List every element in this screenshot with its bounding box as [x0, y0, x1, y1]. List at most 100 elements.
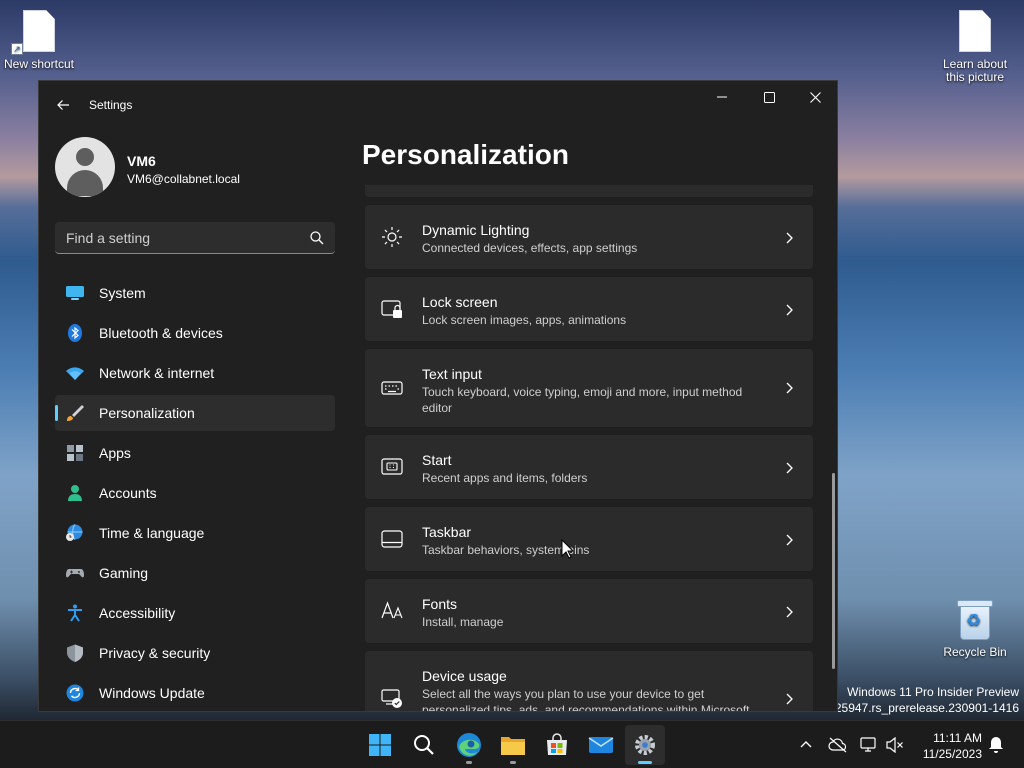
start-icon: [381, 458, 403, 475]
monitor-icon: [66, 286, 84, 300]
settings-button[interactable]: [625, 725, 665, 765]
volume-muted-icon: [886, 737, 903, 753]
sidebar-item-accounts[interactable]: Accounts: [55, 475, 335, 511]
file-icon: [959, 10, 991, 52]
sidebar-item-privacy[interactable]: Privacy & security: [55, 635, 335, 671]
globe-clock-icon: [66, 524, 83, 541]
card-description: Taskbar behaviors, system pins: [422, 543, 590, 557]
edge-icon: [457, 733, 481, 757]
store-icon: [547, 733, 567, 755]
desktop-icon-new-shortcut[interactable]: ↗ New shortcut: [1, 10, 77, 71]
close-icon: [809, 91, 821, 103]
chevron-up-icon: [800, 741, 812, 748]
watermark-line-2: ld 25947.rs_prerelease.230901-1416: [822, 701, 1019, 715]
store-button[interactable]: [537, 725, 577, 765]
brush-icon: [67, 405, 84, 421]
file-explorer-button[interactable]: [493, 725, 533, 765]
edge-button[interactable]: [449, 725, 489, 765]
search-icon: [310, 231, 324, 245]
card-description: Connected devices, effects, app settings: [422, 241, 638, 255]
bluetooth-icon: [68, 324, 82, 342]
keyboard-icon: [381, 381, 403, 395]
sidebar-nav: System Bluetooth & devices Network & int…: [55, 275, 335, 711]
setting-card-device-usage[interactable]: Device usage Select all the ways you pla…: [365, 651, 813, 712]
card-description: Install, manage: [422, 615, 504, 629]
card-description: Select all the ways you plan to use your…: [422, 687, 750, 712]
maximize-icon: [763, 91, 775, 103]
sidebar-item-label: Personalization: [99, 405, 195, 421]
accounts-icon: [68, 485, 82, 501]
chevron-right-icon: [786, 534, 793, 546]
fonts-icon: [381, 601, 403, 619]
card-title: Dynamic Lighting: [422, 222, 530, 238]
network-icon: [860, 737, 876, 752]
apps-icon: [67, 445, 83, 461]
cloud-icon: [828, 737, 847, 753]
setting-card-taskbar[interactable]: Taskbar Taskbar behaviors, system pins: [365, 507, 813, 571]
sidebar-item-accessibility[interactable]: Accessibility: [55, 595, 335, 631]
build-watermark: Windows 11 Pro Insider Preview ld 25947.…: [822, 685, 1019, 715]
close-button[interactable]: [792, 81, 837, 113]
setting-card-text-input[interactable]: Text input Touch keyboard, voice typing,…: [365, 349, 813, 427]
volume-tray-button[interactable]: [885, 735, 905, 755]
sidebar-item-personalization[interactable]: Personalization: [55, 395, 335, 431]
chevron-right-icon: [786, 606, 793, 618]
taskbar-icon: [381, 530, 403, 548]
search-icon: [414, 735, 434, 755]
desktop-icon-recycle-bin[interactable]: ♻ Recycle Bin: [937, 598, 1013, 659]
accessibility-icon: [68, 604, 82, 622]
sidebar-item-label: Accessibility: [99, 605, 176, 621]
setting-card-start[interactable]: Start Recent apps and items, folders: [365, 435, 813, 499]
setting-card-lock-screen[interactable]: Lock screen Lock screen images, apps, an…: [365, 277, 813, 341]
onedrive-button[interactable]: [828, 735, 848, 755]
title-bar[interactable]: Settings: [39, 81, 837, 129]
profile-email: VM6@collabnet.local: [127, 172, 240, 186]
desktop-icon-learn-about-picture[interactable]: Learn about this picture: [937, 10, 1013, 84]
chevron-right-icon: [786, 382, 793, 394]
device-usage-icon: [381, 689, 402, 708]
card-title: Text input: [422, 366, 482, 382]
sidebar-item-apps[interactable]: Apps: [55, 435, 335, 471]
profile-name: VM6: [127, 153, 156, 169]
start-button[interactable]: [360, 725, 400, 765]
back-button[interactable]: [51, 93, 75, 117]
sidebar-item-label: Privacy & security: [99, 645, 211, 661]
setting-card-dynamic-lighting[interactable]: Dynamic Lighting Connected devices, effe…: [365, 205, 813, 269]
sidebar-item-gaming[interactable]: Gaming: [55, 555, 335, 591]
sidebar-item-bluetooth[interactable]: Bluetooth & devices: [55, 315, 335, 351]
mail-button[interactable]: [581, 725, 621, 765]
card-title: Device usage: [422, 668, 507, 684]
page-title: Personalization: [362, 139, 569, 170]
settings-search-input[interactable]: Find a setting: [55, 222, 335, 254]
settings-window: Settings VM6 VM6@collabnet.local Find a …: [38, 80, 838, 712]
notifications-button[interactable]: [986, 735, 1006, 755]
wifi-icon: [66, 367, 84, 380]
show-hidden-icons-button[interactable]: [796, 735, 816, 755]
minimize-icon: [717, 96, 727, 98]
user-profile[interactable]: VM6 VM6@collabnet.local: [55, 137, 335, 199]
desktop-icon-label: Recycle Bin: [943, 645, 1007, 659]
windows-logo-icon: [369, 734, 391, 756]
card-title: Start: [422, 452, 452, 468]
content-scrollbar[interactable]: [832, 473, 835, 669]
sidebar-item-network[interactable]: Network & internet: [55, 355, 335, 391]
desktop-icon-label: New shortcut: [3, 57, 75, 71]
taskbar: 11:11 AM 11/25/2023: [0, 720, 1024, 768]
lighting-icon: [382, 227, 402, 247]
sidebar-item-windows-update[interactable]: Windows Update: [55, 675, 335, 711]
sidebar-item-time-language[interactable]: Time & language: [55, 515, 335, 551]
card-description: Lock screen images, apps, animations: [422, 313, 627, 327]
mouse-cursor-icon: [561, 539, 575, 559]
watermark-line-1: Windows 11 Pro Insider Preview: [847, 685, 1019, 699]
network-tray-button[interactable]: [859, 735, 879, 755]
shortcut-arrow-icon: ↗: [11, 43, 23, 55]
maximize-button[interactable]: [746, 81, 792, 113]
sidebar-item-system[interactable]: System: [55, 275, 335, 311]
minimize-button[interactable]: [699, 81, 745, 113]
settings-list: Dynamic Lighting Connected devices, effe…: [365, 185, 813, 712]
search-button[interactable]: [404, 725, 444, 765]
card-description: Recent apps and items, folders: [422, 471, 588, 485]
system-clock[interactable]: 11:11 AM 11/25/2023: [912, 730, 982, 762]
setting-card-fonts[interactable]: Fonts Install, manage: [365, 579, 813, 643]
back-arrow-icon: [57, 100, 69, 110]
